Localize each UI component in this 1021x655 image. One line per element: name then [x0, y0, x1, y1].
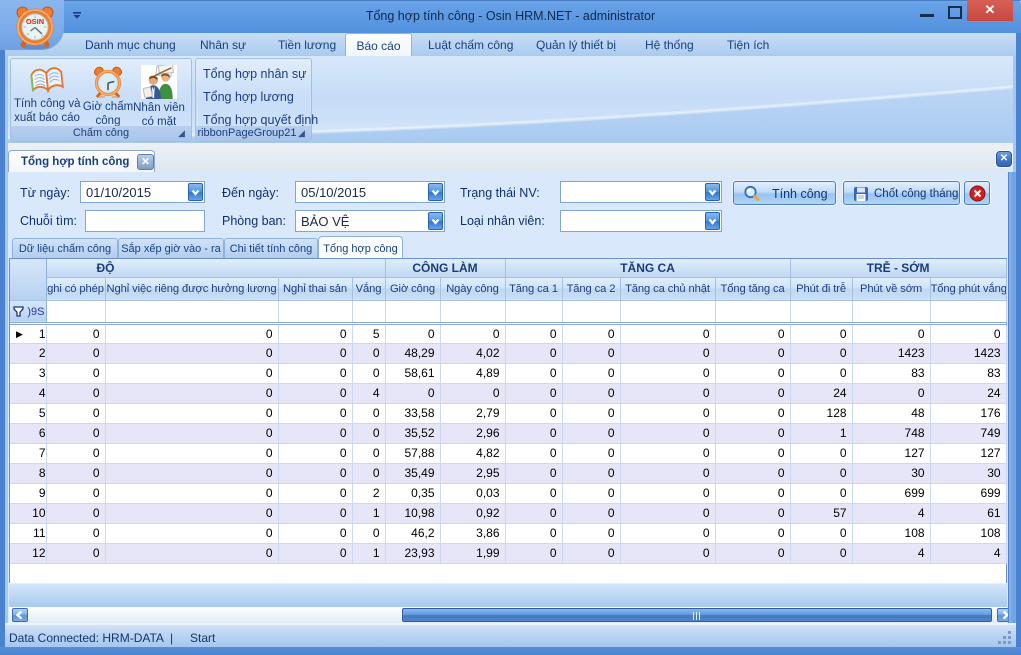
svg-text:OSIN: OSIN	[26, 17, 44, 26]
